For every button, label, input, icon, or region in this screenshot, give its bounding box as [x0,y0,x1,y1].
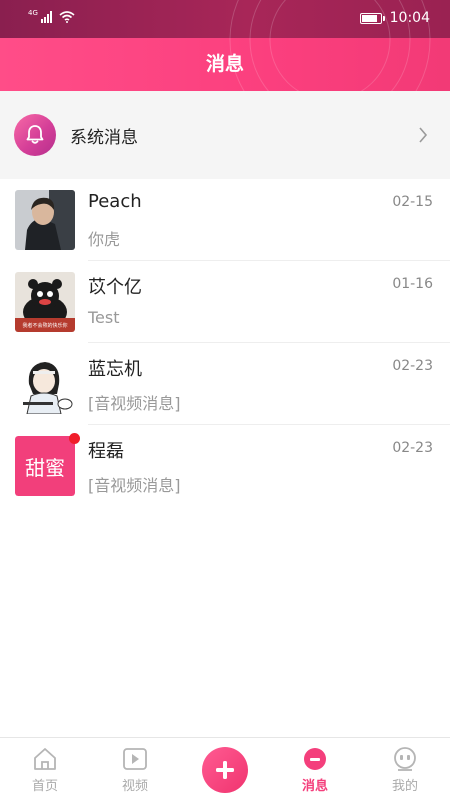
avatar [15,354,75,414]
network-type: 4G [28,9,38,17]
contact-name: 程磊 [88,441,124,462]
tab-label: 消息 [301,779,328,794]
tab-messages[interactable]: 消息 [270,738,360,800]
profile-icon [392,745,418,773]
avatar: 甜蜜 [15,436,75,496]
avatar: 我者不会熬的快乐你 [15,272,75,332]
message-date: 02-15 [392,194,433,210]
conversation-item[interactable]: 甜蜜 程磊 02-23 [音视频消息] [0,425,450,507]
page-title: 消息 [205,53,244,75]
signal-icon [40,11,52,23]
tab-home[interactable]: 首页 [0,738,90,800]
avatar-caption: 我者不会熬的快乐你 [22,322,67,329]
bell-icon [14,114,56,156]
tab-video[interactable]: 视频 [90,738,180,800]
message-date: 01-16 [392,276,433,292]
status-bar: 4G 10:04 [0,0,450,38]
contact-name: 苡个亿 [88,277,142,298]
header: 消息 [0,38,450,91]
conversation-item[interactable]: 蓝忘机 02-23 [音视频消息] [0,343,450,425]
last-message: [音视频消息] [88,476,181,495]
chevron-right-icon [419,127,428,143]
bottom-tab-bar: 首页 视频 消息 我的 [0,737,450,800]
message-date: 02-23 [392,440,433,456]
last-message: [音视频消息] [88,394,181,413]
tab-label: 我的 [391,779,418,794]
system-messages-label: 系统消息 [70,127,138,148]
home-icon [32,745,58,773]
conversation-item[interactable]: 我者不会熬的快乐你 苡个亿 01-16 Test [0,261,450,343]
clock: 10:04 [389,10,430,26]
contact-name: Peach [88,191,142,212]
unread-dot [69,433,80,444]
system-messages-row[interactable]: 系统消息 [0,91,450,179]
tab-label: 视频 [121,779,148,794]
last-message: Test [88,308,120,327]
tab-label: 首页 [31,779,58,794]
conversation-item[interactable]: Peach 02-15 你虎 [0,179,450,261]
video-icon [122,745,148,773]
last-message: 你虎 [88,230,121,249]
message-date: 02-23 [392,358,433,374]
tab-profile[interactable]: 我的 [360,738,450,800]
message-icon [302,745,328,773]
plus-icon [202,747,248,793]
avatar [15,190,75,250]
battery-icon [359,12,385,24]
contact-name: 蓝忘机 [88,359,142,380]
wifi-icon [59,11,75,23]
conversation-list: Peach 02-15 你虎 我者不会熬的快乐你 苡个亿 01-16 Test [0,179,450,507]
tab-publish[interactable] [180,738,270,800]
avatar-logo-text: 甜蜜 [25,456,65,480]
